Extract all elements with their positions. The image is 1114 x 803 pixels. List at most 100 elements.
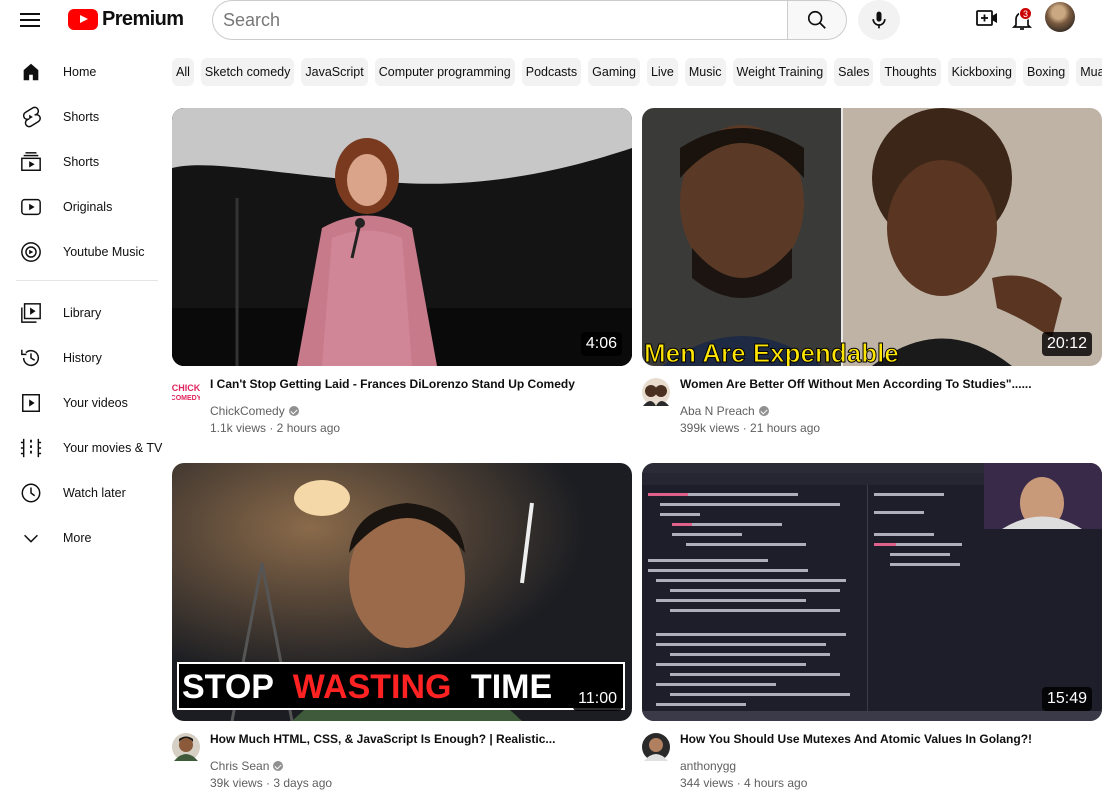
chip-muay-thai[interactable]: Muay Thai bbox=[1076, 58, 1102, 86]
chip-kickboxing[interactable]: Kickboxing bbox=[947, 58, 1017, 86]
sidebar-item-your-movies[interactable]: Your movies & TV bbox=[0, 426, 165, 470]
sidebar-item-home[interactable]: Home bbox=[0, 50, 165, 94]
video-duration: 4:06 bbox=[580, 332, 622, 356]
chip-sales[interactable]: Sales bbox=[834, 58, 874, 86]
chip-gaming[interactable]: Gaming bbox=[588, 58, 640, 86]
search-bar bbox=[212, 0, 847, 40]
video-title[interactable]: I Can't Stop Getting Laid - Frances DiLo… bbox=[210, 376, 630, 392]
channel-avatar-image bbox=[644, 738, 668, 761]
channel-row: Aba N Preach bbox=[680, 404, 769, 418]
subscriptions-icon bbox=[21, 152, 41, 171]
sidebar-item-youtube-music[interactable]: Youtube Music bbox=[0, 230, 165, 274]
channel-avatar-image bbox=[643, 385, 669, 406]
thumbnail-caption: Men Are Expendable bbox=[644, 338, 899, 366]
thumbnail-image bbox=[642, 463, 1102, 721]
video-meta: 39k views · 3 days ago bbox=[210, 776, 333, 790]
sidebar-item-label: Shorts bbox=[63, 155, 100, 169]
sidebar-item-label: More bbox=[63, 531, 92, 545]
sidebar-item-label: Your movies & TV bbox=[63, 441, 163, 455]
chip-music[interactable]: Music bbox=[684, 58, 726, 86]
chickcomedy-logo: CHICK COMEDY bbox=[172, 383, 200, 402]
sidebar-item-your-videos[interactable]: Your videos bbox=[0, 381, 165, 425]
chip-sketch-comedy[interactable]: Sketch comedy bbox=[200, 58, 295, 86]
video-title[interactable]: How You Should Use Mutexes And Atomic Va… bbox=[680, 731, 1100, 747]
account-avatar[interactable] bbox=[1045, 2, 1075, 32]
chip-boxing[interactable]: Boxing bbox=[1023, 58, 1070, 86]
channel-avatar[interactable] bbox=[172, 733, 200, 761]
history-icon bbox=[21, 349, 40, 367]
video-duration: 20:12 bbox=[1041, 332, 1092, 356]
video-thumbnail[interactable]: 15:49 bbox=[642, 463, 1102, 721]
chip-live[interactable]: Live bbox=[646, 58, 678, 86]
sidebar-item-library[interactable]: Library bbox=[0, 291, 165, 335]
sidebar-item-more[interactable]: More bbox=[0, 516, 165, 560]
sidebar-item-label: Watch later bbox=[63, 486, 126, 500]
video-thumbnail[interactable]: Men Are Expendable 20:12 bbox=[642, 108, 1102, 366]
sidebar-item-label: Youtube Music bbox=[63, 245, 145, 259]
create-button[interactable] bbox=[975, 6, 999, 30]
search-icon bbox=[807, 10, 826, 29]
sidebar-item-shorts[interactable]: Shorts bbox=[0, 95, 165, 139]
video-meta: 1.1k views · 2 hours ago bbox=[210, 421, 341, 435]
chip-all[interactable]: All bbox=[172, 58, 194, 86]
sidebar-item-label: Library bbox=[63, 306, 102, 320]
library-icon bbox=[21, 303, 41, 323]
originals-icon bbox=[21, 198, 41, 216]
movies-icon bbox=[20, 438, 42, 458]
sidebar-item-history[interactable]: History bbox=[0, 336, 165, 380]
svg-text:STOP WASTING T: STOP WASTING TIME bbox=[182, 668, 552, 706]
notifications-button[interactable]: 3 bbox=[1009, 5, 1035, 33]
channel-avatar[interactable]: CHICK COMEDY bbox=[172, 378, 200, 406]
channel-name[interactable]: Aba N Preach bbox=[680, 404, 755, 418]
video-title[interactable]: Women Are Better Off Without Men Accordi… bbox=[680, 376, 1100, 392]
menu-icon[interactable] bbox=[18, 8, 42, 32]
channel-avatar[interactable] bbox=[642, 378, 670, 406]
thumbnail-caption-part: TIME bbox=[471, 668, 552, 706]
channel-row: Chris Sean bbox=[210, 759, 284, 773]
thumbnail-image: Men Are Expendable bbox=[642, 108, 1102, 366]
sidebar-divider bbox=[16, 280, 158, 281]
shorts-icon bbox=[22, 106, 41, 128]
sidebar-item-watch-later[interactable]: Watch later bbox=[0, 471, 165, 515]
verified-icon bbox=[758, 406, 769, 416]
sidebar-item-originals[interactable]: Originals bbox=[0, 185, 165, 229]
chip-podcasts[interactable]: Podcasts bbox=[521, 58, 582, 86]
notification-count-badge: 3 bbox=[1019, 7, 1032, 20]
channel-name[interactable]: Chris Sean bbox=[210, 759, 269, 773]
search-input[interactable] bbox=[212, 0, 788, 40]
thumbnail-caption-part: STOP bbox=[182, 668, 273, 706]
mic-icon bbox=[872, 11, 886, 29]
thumbnail-caption-part: WASTING bbox=[293, 668, 452, 706]
channel-row: anthonygg bbox=[680, 759, 736, 773]
svg-text:COMEDY: COMEDY bbox=[172, 395, 200, 402]
search-button[interactable] bbox=[787, 0, 847, 40]
sidebar-item-subscriptions[interactable]: Shorts bbox=[0, 140, 165, 184]
video-thumbnail[interactable]: 4:06 bbox=[172, 108, 632, 366]
chip-weight-training[interactable]: Weight Training bbox=[732, 58, 828, 86]
chip-thoughts[interactable]: Thoughts bbox=[880, 58, 941, 86]
channel-name[interactable]: anthonygg bbox=[680, 759, 736, 773]
watch-later-icon bbox=[21, 483, 41, 503]
video-meta: 344 views · 4 hours ago bbox=[680, 776, 808, 790]
chip-computer-programming[interactable]: Computer programming bbox=[374, 58, 515, 86]
sidebar-item-label: History bbox=[63, 351, 102, 365]
youtube-premium-logo[interactable]: Premium bbox=[68, 7, 184, 31]
thumbnail-image: STOP WASTING TIME bbox=[172, 463, 632, 721]
channel-row: ChickComedy bbox=[210, 404, 299, 418]
channel-avatar[interactable] bbox=[642, 733, 670, 761]
youtube-logo-icon bbox=[68, 8, 98, 30]
verified-icon bbox=[288, 406, 299, 416]
chip-javascript[interactable]: JavaScript bbox=[301, 58, 368, 86]
video-meta: 399k views · 21 hours ago bbox=[680, 421, 821, 435]
logo-text: Premium bbox=[102, 7, 184, 30]
svg-text:CHICK: CHICK bbox=[172, 383, 200, 393]
voice-search-button[interactable] bbox=[858, 0, 900, 40]
video-title[interactable]: How Much HTML, CSS, & JavaScript Is Enou… bbox=[210, 731, 630, 747]
video-thumbnail[interactable]: STOP WASTING TIME 11:00 bbox=[172, 463, 632, 721]
thumbnail-image bbox=[172, 108, 632, 366]
channel-name[interactable]: ChickComedy bbox=[210, 404, 285, 418]
create-icon bbox=[976, 10, 997, 26]
verified-icon bbox=[273, 761, 284, 771]
sidebar-item-label: Your videos bbox=[63, 396, 128, 410]
music-icon bbox=[21, 242, 41, 262]
